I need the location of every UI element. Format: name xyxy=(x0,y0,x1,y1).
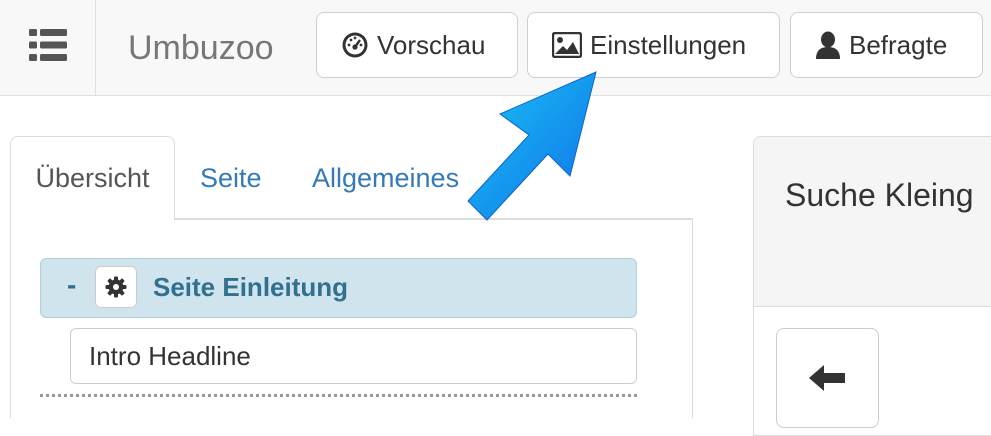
tab-page[interactable]: Seite xyxy=(200,136,262,220)
page-row-intro[interactable]: - Seite Einleitung xyxy=(40,258,637,318)
preview-button[interactable]: Vorschau xyxy=(316,12,518,78)
user-icon xyxy=(815,31,841,59)
preview-title: Suche Kleing xyxy=(785,177,974,213)
tab-general[interactable]: Allgemeines xyxy=(312,136,459,220)
outline-panel xyxy=(10,218,693,418)
respondents-button[interactable]: Befragte xyxy=(790,12,983,78)
image-icon xyxy=(552,32,582,58)
outline-item[interactable]: Intro Headline xyxy=(70,328,637,384)
arrow-left-icon xyxy=(809,365,845,391)
brand-name[interactable]: Umbuzoo xyxy=(128,28,274,68)
collapse-toggle[interactable]: - xyxy=(67,269,76,301)
preview-header: Suche Kleing xyxy=(754,137,991,307)
page-title: Seite Einleitung xyxy=(153,272,349,302)
menu-toggle[interactable] xyxy=(0,0,96,95)
tab-overview[interactable]: Übersicht xyxy=(10,136,175,220)
list-icon xyxy=(29,29,67,61)
dashboard-icon xyxy=(341,31,369,59)
back-button[interactable] xyxy=(776,328,879,428)
page-settings-button[interactable] xyxy=(95,266,137,308)
top-navbar: Umbuzoo Vorschau Einstellungen Befragte xyxy=(0,0,991,96)
respondents-label: Befragte xyxy=(849,29,948,60)
gear-icon xyxy=(105,276,127,298)
drop-zone[interactable] xyxy=(40,394,637,402)
preview-label: Vorschau xyxy=(377,29,486,60)
settings-button[interactable]: Einstellungen xyxy=(527,12,780,78)
settings-label: Einstellungen xyxy=(590,29,747,60)
